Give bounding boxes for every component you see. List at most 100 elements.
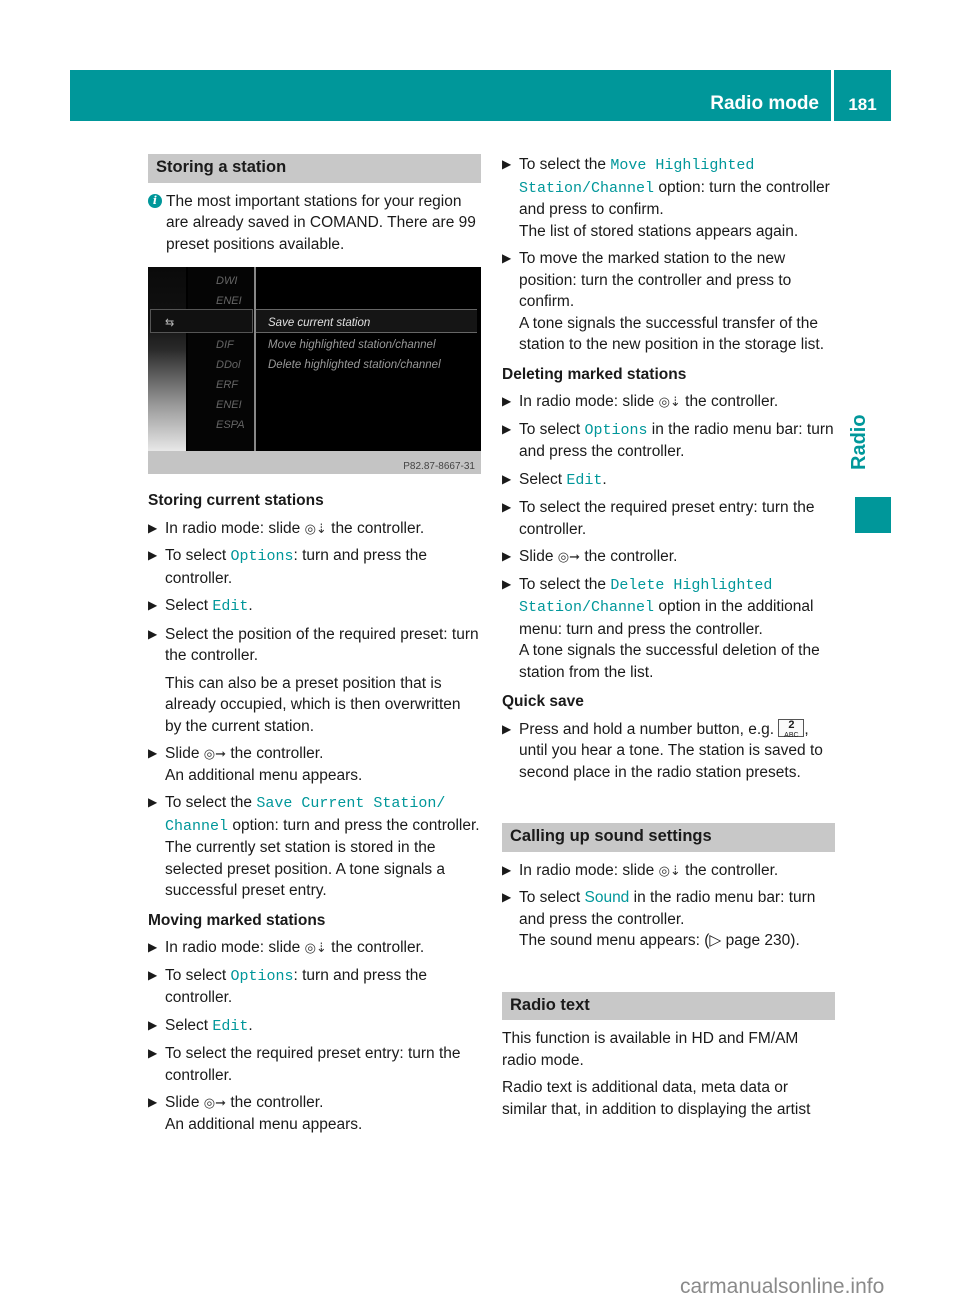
- info-note: i The most important stations for your r…: [148, 191, 481, 256]
- step-arrow-icon: ▶: [502, 251, 512, 265]
- step-note: A tone signals the successful deletion o…: [519, 642, 820, 681]
- step-arrow-icon: ▶: [148, 520, 158, 535]
- step: ▶ Press and hold a number button, e.g. 2A…: [502, 718, 823, 781]
- station-list-item: ERF: [216, 379, 238, 391]
- step-note: This can also be a preset position that …: [165, 674, 461, 735]
- info-icon: i: [148, 193, 162, 208]
- step: ▶ To select Options: turn and press the c…: [148, 966, 428, 1007]
- menu-term-sound: Sound: [584, 889, 630, 906]
- controller-slide-down-icon: ◎⇣: [304, 520, 327, 536]
- step-arrow-icon: ▶: [148, 967, 158, 982]
- menu-term-edit: Edit: [566, 471, 603, 489]
- side-tab-label: Radio: [848, 414, 870, 470]
- comand-screenshot: DWI ENEI DAS DIF DDol ERF ENEI ESPA ⇆ Sa…: [148, 267, 481, 474]
- controller-slide-right-icon: ◎➞: [203, 1095, 227, 1110]
- subheading-quick-save: Quick save: [502, 693, 584, 710]
- step-arrow-icon: ▶: [148, 795, 158, 809]
- step: ▶ To select the Delete Highlighted Statio…: [502, 574, 835, 684]
- paragraph: This function is available in HD and FM/…: [502, 1030, 799, 1069]
- menu-term-options: Options: [230, 548, 294, 565]
- menu-item-delete-highlighted: Delete highlighted station/channel: [268, 359, 441, 371]
- number-key-2-icon: 2 ABC: [778, 718, 805, 739]
- step: ▶ Select Edit.: [148, 1016, 253, 1035]
- station-list: DWI ENEI DAS DIF DDol ERF ENEI ESPA: [188, 267, 254, 451]
- menu-term-edit: Edit: [212, 1017, 249, 1035]
- step: ▶ Select the position of the required pre…: [148, 624, 481, 738]
- side-tab-block: [855, 497, 891, 533]
- step-arrow-icon: ▶: [148, 940, 158, 954]
- step-note: A tone signals the successful transfer o…: [519, 314, 825, 354]
- menu-item-move-highlighted: Move highlighted station/channel: [268, 339, 436, 351]
- step: ▶ Select Edit.: [502, 470, 607, 489]
- step-arrow-icon: ▶: [502, 862, 512, 877]
- step-note: An additional menu appears.: [165, 1115, 363, 1133]
- menu-term-options: Options: [230, 967, 294, 985]
- step-arrow-icon: ▶: [502, 471, 512, 486]
- step-arrow-icon: ▶: [148, 746, 158, 760]
- step-arrow-icon: ▶: [148, 1046, 158, 1060]
- step-arrow-icon: ▶: [148, 1095, 158, 1109]
- step-arrow-icon: ▶: [502, 394, 512, 408]
- step: ▶ To move the marked station to the new p…: [502, 248, 835, 356]
- controller-slide-down-icon: ◎⇣: [304, 940, 327, 955]
- controller-slide-down-icon: ◎⇣: [658, 394, 681, 409]
- step-arrow-icon: ▶: [148, 626, 158, 641]
- station-list-item: ENEI: [216, 399, 242, 411]
- step: ▶ Select Edit.: [148, 597, 253, 615]
- step: ▶ Slide ◎➞ the controller.: [502, 546, 835, 568]
- section-heading-radio-text: Radio text: [502, 991, 835, 1020]
- subheading-deleting: Deleting marked stations: [502, 365, 687, 383]
- menu-item-save-current-station: Save current station: [268, 317, 371, 329]
- back-icon: ⇆: [165, 317, 175, 329]
- section-title: Radio mode: [710, 93, 819, 114]
- step-arrow-icon: ▶: [502, 576, 512, 591]
- step-note: The currently set station is stored in t…: [165, 839, 446, 899]
- screen-left-gradient: [148, 267, 186, 451]
- watermark: carmanualsonline.info: [680, 1275, 885, 1298]
- station-list-item: DWI: [216, 275, 238, 287]
- section-header-bar: Radio mode: [70, 70, 831, 121]
- step-arrow-icon: ▶: [502, 721, 512, 736]
- step-note: An additional menu appears.: [165, 766, 363, 784]
- controller-slide-right-icon: ◎➞: [203, 746, 227, 761]
- page-reference[interactable]: The sound menu appears: (▷ page 230).: [519, 930, 835, 952]
- subheading-moving: Moving marked stations: [148, 911, 326, 929]
- step-arrow-icon: ▶: [502, 157, 512, 171]
- step: ▶ Slide ◎➞ the controller. An additional …: [148, 743, 481, 786]
- options-menu: Save current station Move highlighted st…: [256, 267, 477, 451]
- page-number-box: 181: [834, 70, 891, 121]
- step: ▶ To select the Move Highlighted Station/…: [502, 154, 835, 242]
- step-arrow-icon: ▶: [502, 890, 512, 904]
- menu-term-options: Options: [584, 421, 648, 439]
- step: ▶ In radio mode: slide ◎⇣ the controller.: [148, 937, 481, 959]
- station-list-item: DDol: [216, 359, 241, 371]
- section-heading-storing: Storing a station: [148, 154, 481, 183]
- step: ▶ To select Sound in the radio menu bar: …: [502, 887, 835, 952]
- controller-slide-down-icon: ◎⇣: [658, 862, 681, 878]
- info-note-text: The most important stations for your reg…: [166, 192, 476, 253]
- step-arrow-icon: ▶: [502, 500, 512, 514]
- step-arrow-icon: ▶: [502, 549, 512, 563]
- step-arrow-icon: ▶: [148, 548, 158, 562]
- paragraph: Radio text is additional data, meta data…: [502, 1079, 811, 1118]
- step: ▶ In radio mode: slide ◎⇣ the controller.: [148, 518, 481, 540]
- page-number: 181: [848, 95, 877, 114]
- step: ▶ To select the required preset entry: tu…: [502, 499, 815, 538]
- station-list-item: ESPA: [216, 419, 245, 431]
- step: ▶ To select Options in the radio menu bar…: [502, 420, 834, 461]
- step-arrow-icon: ▶: [148, 1017, 158, 1032]
- step: ▶ To select the required preset entry: tu…: [148, 1045, 461, 1084]
- image-caption: P82.87-8667-31: [403, 461, 475, 472]
- menu-term-edit: Edit: [212, 598, 249, 615]
- step-note: The list of stored stations appears agai…: [519, 222, 799, 240]
- section-heading-sound: Calling up sound settings: [502, 823, 835, 852]
- step-arrow-icon: ▶: [148, 598, 158, 612]
- right-column: ▶ To select the Move Highlighted Station/…: [502, 154, 835, 1126]
- image-caption-bar: P82.87-8667-31: [148, 451, 481, 474]
- step: ▶ In radio mode: slide ◎⇣ the controller.: [502, 391, 835, 413]
- step: ▶ Slide ◎➞ the controller. An additional …: [148, 1092, 481, 1135]
- subheading-storing-current: Storing current stations: [148, 492, 324, 509]
- step: ▶ To select the Save Current Station/ Cha…: [148, 792, 481, 902]
- step: ▶ In radio mode: slide ◎⇣ the controller.: [502, 860, 835, 882]
- step-arrow-icon: ▶: [502, 421, 512, 436]
